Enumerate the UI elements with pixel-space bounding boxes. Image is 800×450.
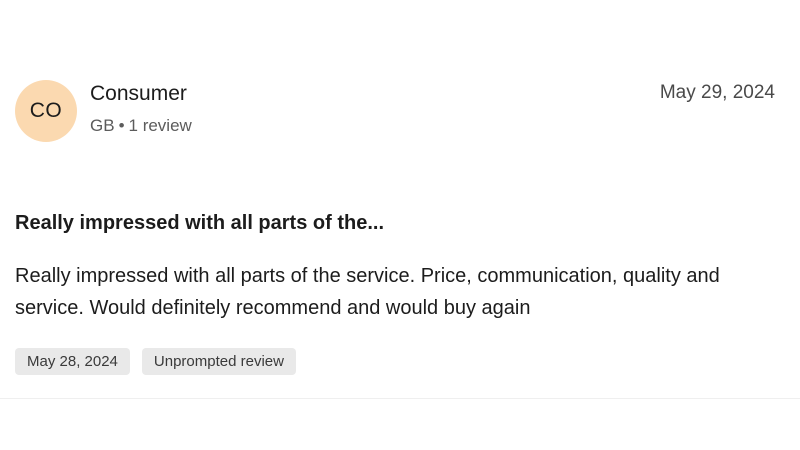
review-card: CO Consumer GB • 1 review May 29, 2024 Rea…	[0, 0, 800, 450]
reviewer-review-count: 1 review	[128, 116, 192, 135]
review-body: Really impressed with all parts of the s…	[15, 265, 720, 319]
reviewer-meta: GB • 1 review	[90, 116, 192, 136]
reviewer-name[interactable]: Consumer	[90, 82, 187, 106]
meta-separator: •	[118, 116, 125, 135]
review-type-tag[interactable]: Unprompted review	[141, 348, 296, 375]
review-tags: May 28, 2024 Unprompted review	[15, 348, 296, 375]
divider	[0, 398, 800, 399]
avatar[interactable]: CO	[15, 80, 77, 142]
review-date: May 29, 2024	[659, 82, 775, 103]
review-title[interactable]: Really impressed with all parts of the..…	[15, 212, 384, 235]
experience-date-tag: May 28, 2024	[15, 348, 130, 375]
reviewer-country: GB	[90, 116, 115, 135]
review-header: CO Consumer GB • 1 review May 29, 2024	[15, 80, 775, 144]
